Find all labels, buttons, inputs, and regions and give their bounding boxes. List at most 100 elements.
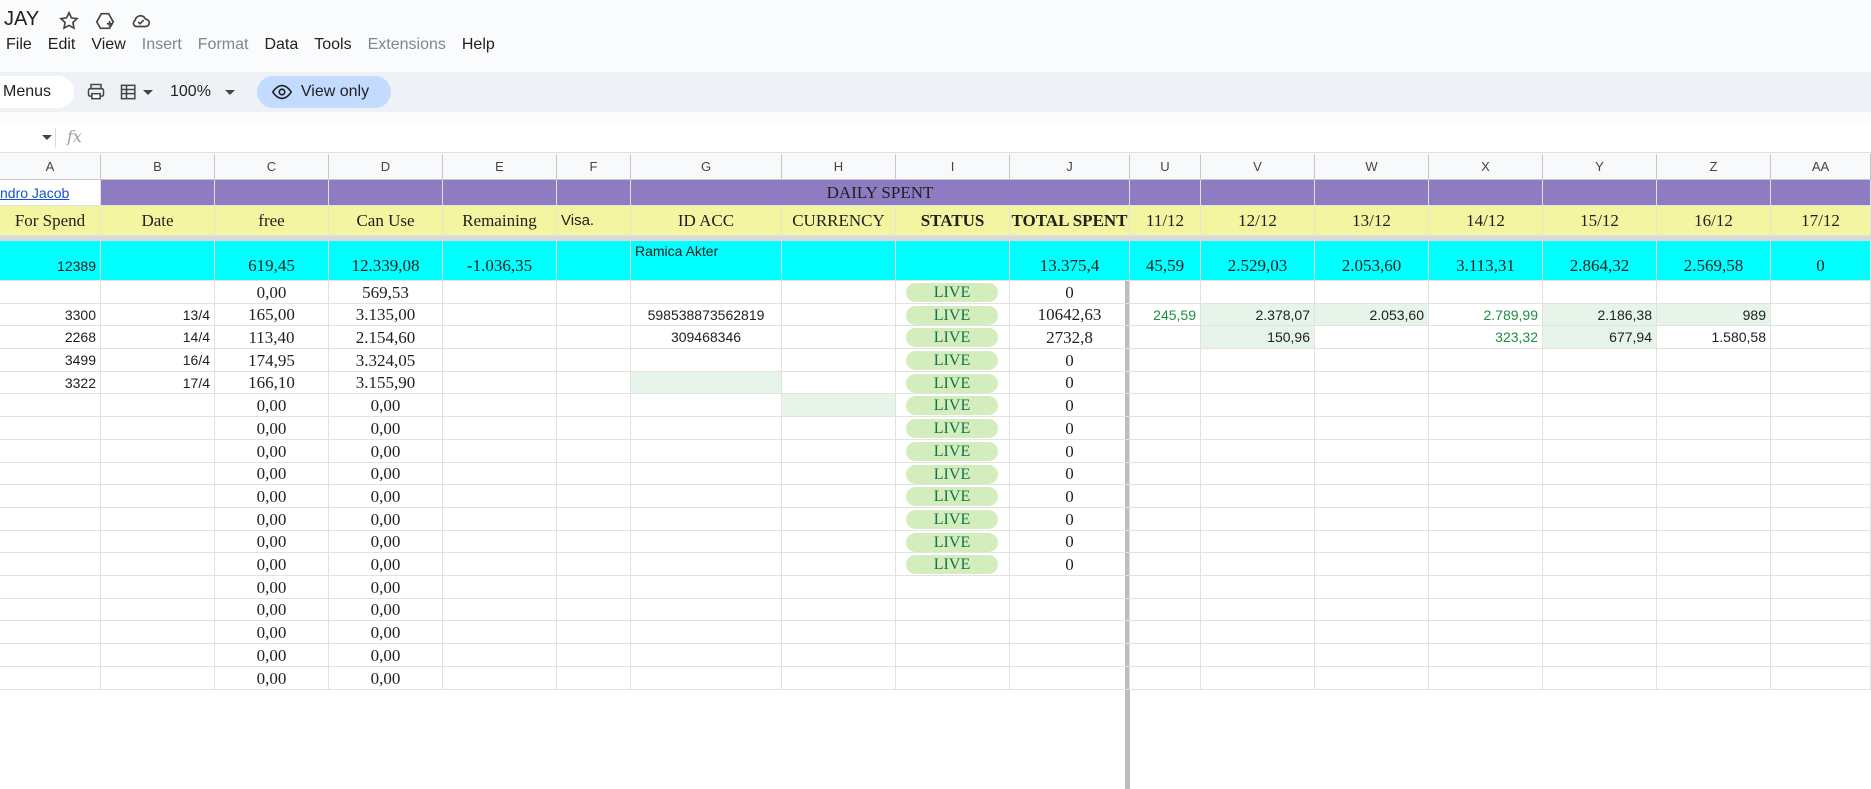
cell-d[interactable]: 2.154,60 (329, 326, 443, 349)
cell-aa[interactable] (1771, 440, 1871, 463)
cell-y[interactable] (1543, 599, 1657, 621)
column-header-j[interactable]: J (1010, 154, 1130, 180)
cell-a[interactable] (0, 508, 101, 531)
cell-f[interactable] (557, 576, 631, 599)
cell-b[interactable] (101, 553, 215, 576)
cell-x[interactable] (1429, 349, 1543, 372)
cell-b[interactable] (101, 621, 215, 644)
name-box-dropdown-icon[interactable] (42, 135, 52, 140)
cell-b[interactable] (101, 667, 215, 690)
cell-h[interactable] (782, 599, 896, 621)
cell-a[interactable] (0, 576, 101, 599)
cell-h[interactable] (782, 508, 896, 531)
cell-v[interactable] (1201, 553, 1315, 576)
column-header-d[interactable]: D (329, 154, 443, 180)
cell-x[interactable] (1429, 508, 1543, 531)
column-header-a[interactable]: A (0, 154, 101, 180)
cell-c[interactable]: 0,00 (215, 281, 329, 304)
cell-aa[interactable] (1771, 281, 1871, 304)
cell-z[interactable] (1657, 576, 1771, 599)
cell-e[interactable] (443, 281, 557, 304)
cell-u[interactable] (1130, 576, 1201, 599)
cell-w[interactable] (1315, 553, 1429, 576)
cell-u[interactable] (1130, 485, 1201, 508)
cell-v[interactable] (1201, 667, 1315, 690)
cell-z[interactable] (1657, 667, 1771, 690)
cell-j[interactable]: 0 (1010, 349, 1130, 372)
spreadsheet-grid[interactable]: A B C D E F G H I J U V W X Y Z AA ndro Jacob DAILY SPENT F… (0, 154, 1871, 789)
cell-w[interactable] (1315, 394, 1429, 417)
cell-h[interactable] (782, 417, 896, 440)
person-link[interactable]: ndro Jacob (0, 180, 101, 206)
cell-v[interactable] (1201, 463, 1315, 485)
cell-d[interactable]: 3.135,00 (329, 304, 443, 326)
cell-g[interactable] (631, 394, 782, 417)
cell-x[interactable] (1429, 281, 1543, 304)
cell-h[interactable] (782, 485, 896, 508)
cell-aa[interactable] (1771, 553, 1871, 576)
cell-a[interactable] (0, 485, 101, 508)
print-icon[interactable] (84, 80, 108, 104)
cell-h[interactable] (782, 667, 896, 690)
cell-j[interactable]: 0 (1010, 508, 1130, 531)
cell-f[interactable] (557, 644, 631, 667)
column-header-y[interactable]: Y (1543, 154, 1657, 180)
zoom-select[interactable]: 100% (170, 83, 235, 101)
cell-aa[interactable] (1771, 349, 1871, 372)
cell-v[interactable] (1201, 599, 1315, 621)
cell-aa[interactable] (1771, 485, 1871, 508)
cell-d[interactable]: 0,00 (329, 553, 443, 576)
cell-c[interactable]: 0,00 (215, 576, 329, 599)
cell-aa[interactable] (1771, 576, 1871, 599)
cell-y[interactable] (1543, 667, 1657, 690)
cell-aa[interactable] (1771, 463, 1871, 485)
cell-j[interactable] (1010, 667, 1130, 690)
cell-e[interactable] (443, 417, 557, 440)
cell-d[interactable]: 0,00 (329, 531, 443, 553)
cell-f[interactable] (557, 349, 631, 372)
menu-help[interactable]: Help (456, 34, 501, 56)
cell-c[interactable]: 174,95 (215, 349, 329, 372)
cell-h[interactable] (782, 463, 896, 485)
cell-e[interactable] (443, 576, 557, 599)
cell-g[interactable] (631, 485, 782, 508)
cell-d[interactable]: 0,00 (329, 599, 443, 621)
cell-f[interactable] (557, 485, 631, 508)
cell-w[interactable] (1315, 349, 1429, 372)
cell-y[interactable] (1543, 372, 1657, 394)
cell-d[interactable]: 0,00 (329, 576, 443, 599)
cell-u[interactable] (1130, 281, 1201, 304)
cell-a[interactable] (0, 281, 101, 304)
cell-e[interactable] (443, 485, 557, 508)
cell-c[interactable]: 0,00 (215, 667, 329, 690)
cell-f[interactable] (557, 463, 631, 485)
cell-z[interactable] (1657, 463, 1771, 485)
cell-c[interactable]: 0,00 (215, 394, 329, 417)
cell-f[interactable] (557, 417, 631, 440)
cell-z[interactable] (1657, 372, 1771, 394)
cell-z[interactable] (1657, 553, 1771, 576)
cell-u[interactable] (1130, 599, 1201, 621)
cell-d[interactable]: 0,00 (329, 394, 443, 417)
cell-x[interactable] (1429, 621, 1543, 644)
column-header-i[interactable]: I (896, 154, 1010, 180)
cell-b[interactable] (101, 485, 215, 508)
cell-v[interactable] (1201, 281, 1315, 304)
cell-g[interactable]: 309468346 (631, 326, 782, 349)
cell-j[interactable]: 0 (1010, 440, 1130, 463)
cell-g[interactable] (631, 281, 782, 304)
cell-h[interactable] (782, 440, 896, 463)
cell-u[interactable] (1130, 349, 1201, 372)
cell-y[interactable] (1543, 417, 1657, 440)
column-header-v[interactable]: V (1201, 154, 1315, 180)
cell-v[interactable] (1201, 576, 1315, 599)
cell-b[interactable] (101, 576, 215, 599)
cell-d[interactable]: 0,00 (329, 667, 443, 690)
move-to-drive-icon[interactable] (94, 10, 116, 37)
cell-x[interactable] (1429, 644, 1543, 667)
cell-a[interactable] (0, 531, 101, 553)
cell-aa[interactable] (1771, 599, 1871, 621)
cell-v[interactable] (1201, 417, 1315, 440)
cell-d[interactable]: 0,00 (329, 644, 443, 667)
cell-v[interactable] (1201, 621, 1315, 644)
